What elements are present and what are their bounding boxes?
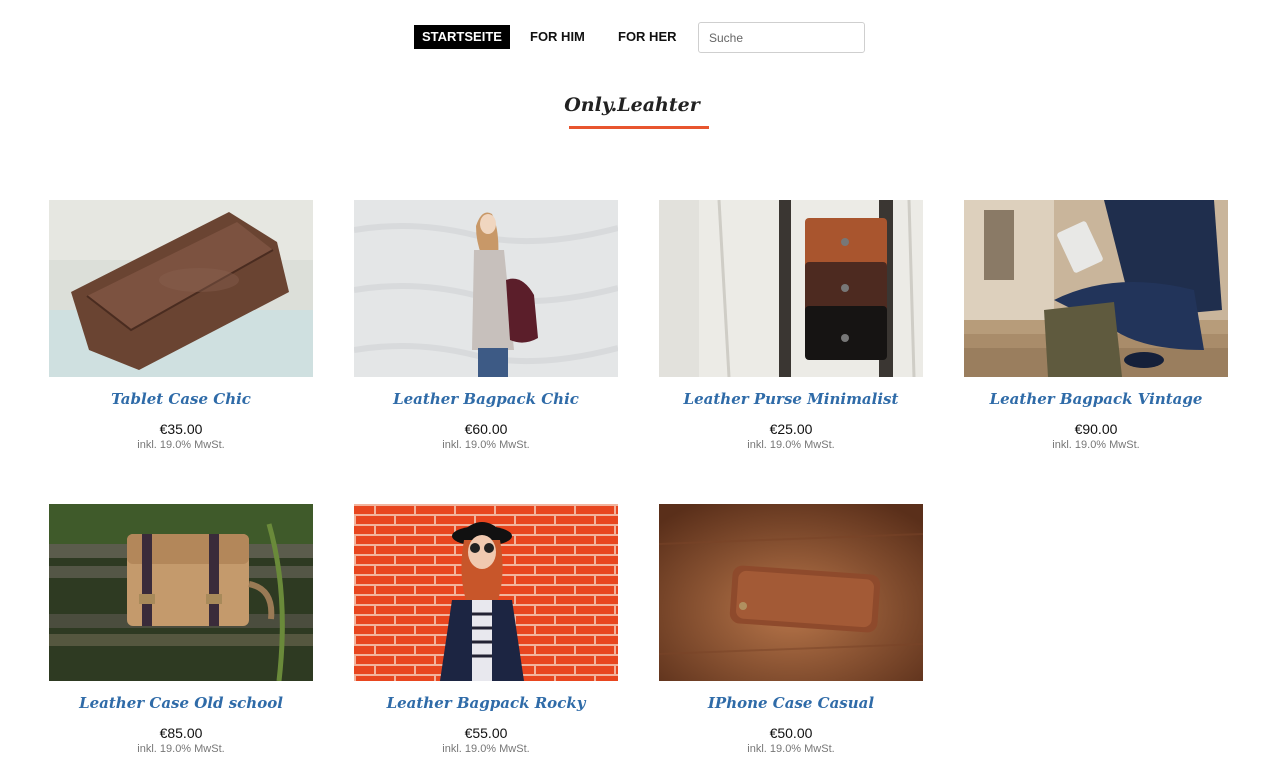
product-image-tablet-case[interactable] <box>49 200 313 377</box>
product-title[interactable]: Leather Bagpack Vintage <box>964 390 1228 408</box>
nav-item-startseite[interactable]: STARTSEITE <box>414 25 510 49</box>
product-image-bagpack-rocky[interactable] <box>354 504 618 681</box>
product-title[interactable]: Leather Bagpack Chic <box>354 390 618 408</box>
product-title[interactable]: Leather Purse Minimalist <box>659 390 923 408</box>
product-tax-note: inkl. 19.0% MwSt. <box>747 439 835 451</box>
brand-title: Only.Leahter <box>564 94 700 116</box>
nav-item-for-him[interactable]: FOR HIM <box>530 25 585 49</box>
product-price: €50.00 <box>769 725 813 741</box>
top-nav: STARTSEITE FOR HIM FOR HER <box>0 22 1264 54</box>
product-price: €60.00 <box>464 421 508 437</box>
product-tax-note: inkl. 19.0% MwSt. <box>137 439 225 451</box>
product-price: €25.00 <box>769 421 813 437</box>
product-title[interactable]: IPhone Case Casual <box>659 694 923 712</box>
product-tax-note: inkl. 19.0% MwSt. <box>1052 439 1140 451</box>
product-tax-note: inkl. 19.0% MwSt. <box>442 743 530 755</box>
product-image-purse[interactable] <box>659 200 923 377</box>
product-card: Leather Bagpack Vintage €90.00 inkl. 19.… <box>964 200 1228 452</box>
product-card: Tablet Case Chic €35.00 inkl. 19.0% MwSt… <box>49 200 313 452</box>
product-tax-note: inkl. 19.0% MwSt. <box>137 743 225 755</box>
product-price: €35.00 <box>159 421 203 437</box>
nav-item-for-her[interactable]: FOR HER <box>618 25 677 49</box>
product-image-iphone-case[interactable] <box>659 504 923 681</box>
product-price: €85.00 <box>159 725 203 741</box>
product-card: Leather Case Old school €85.00 inkl. 19.… <box>49 504 313 756</box>
product-card: IPhone Case Casual €50.00 inkl. 19.0% Mw… <box>659 504 923 756</box>
product-price: €90.00 <box>1074 421 1118 437</box>
brand-underline <box>569 126 709 129</box>
product-tax-note: inkl. 19.0% MwSt. <box>442 439 530 451</box>
product-price: €55.00 <box>464 725 508 741</box>
product-title[interactable]: Leather Bagpack Rocky <box>354 694 618 712</box>
product-title[interactable]: Leather Case Old school <box>49 694 313 712</box>
product-tax-note: inkl. 19.0% MwSt. <box>747 743 835 755</box>
search-input[interactable] <box>698 22 865 53</box>
product-card: Leather Purse Minimalist €25.00 inkl. 19… <box>659 200 923 452</box>
product-image-bagpack-chic[interactable] <box>354 200 618 377</box>
product-title[interactable]: Tablet Case Chic <box>49 390 313 408</box>
product-card: Leather Bagpack Rocky €55.00 inkl. 19.0%… <box>354 504 618 756</box>
product-image-bagpack-vintage[interactable] <box>964 200 1228 377</box>
product-image-case-old-school[interactable] <box>49 504 313 681</box>
product-card: Leather Bagpack Chic €60.00 inkl. 19.0% … <box>354 200 618 452</box>
